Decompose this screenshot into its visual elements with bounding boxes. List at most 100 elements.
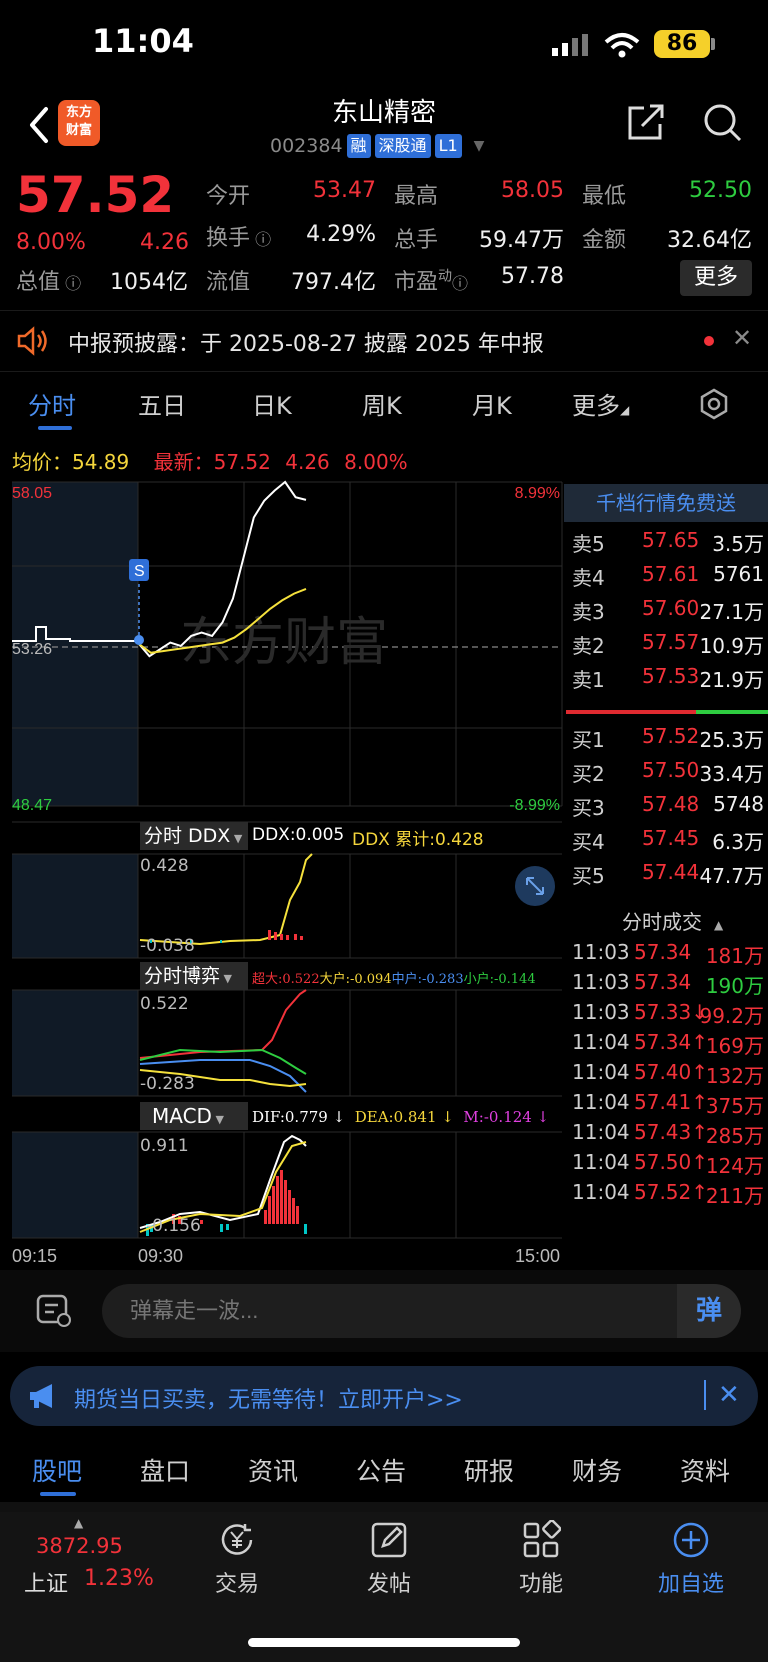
bid-row[interactable]: 买1 57.52 25.3万 — [572, 724, 764, 754]
boyi-selector[interactable]: 分时博弈 ▼ — [140, 962, 248, 990]
watermark: 东方财富 — [180, 614, 388, 672]
tab-monthly-k[interactable]: 月K — [472, 386, 512, 421]
ask-row[interactable]: 卖4 57.61 5761 — [572, 562, 764, 592]
tab-profile[interactable]: 资料 — [680, 1452, 730, 1488]
bid-row[interactable]: 买2 57.50 33.4万 — [572, 758, 764, 788]
tab-pankou[interactable]: 盘口 — [140, 1452, 190, 1488]
edit-icon — [371, 1522, 407, 1558]
tab-news[interactable]: 资讯 — [248, 1452, 298, 1488]
trade-vol: 169万 — [705, 1034, 764, 1058]
index-pct[interactable]: 1.23% — [84, 1566, 154, 1591]
bid-label: 买1 — [572, 728, 605, 752]
tab-research[interactable]: 研报 — [464, 1452, 514, 1488]
ask-volume: 27.1万 — [699, 600, 764, 624]
ddx-selector[interactable]: 分时 DDX ▼ — [140, 822, 248, 850]
tab-five-day[interactable]: 五日 — [138, 386, 186, 421]
close-icon[interactable]: ✕ — [732, 324, 752, 352]
danmu-send-button[interactable]: 弹 — [677, 1284, 741, 1338]
bid-row[interactable]: 买5 57.44 47.7万 — [572, 860, 764, 890]
ask-label: 卖3 — [572, 600, 605, 624]
bid-row[interactable]: 买4 57.45 6.3万 — [572, 826, 764, 856]
share-icon[interactable] — [626, 102, 666, 142]
tab-guba[interactable]: 股吧 — [32, 1452, 82, 1488]
nav-trade[interactable]: 交易 — [182, 1520, 292, 1598]
tab-more[interactable]: 更多◢ — [572, 386, 629, 421]
settings-icon[interactable] — [698, 388, 730, 420]
ask-row[interactable]: 卖3 57.60 27.1万 — [572, 596, 764, 626]
ask-label: 卖1 — [572, 668, 605, 692]
macd-bottom-label: -0.156 — [146, 1216, 201, 1236]
search-icon[interactable] — [702, 102, 742, 142]
danmu-toggle-icon[interactable] — [36, 1292, 72, 1328]
trade-time: 11:03 — [572, 1000, 630, 1024]
nav-post[interactable]: 发帖 — [334, 1520, 444, 1598]
label-volume: 总手 — [394, 228, 439, 253]
trades-title[interactable]: 分时成交 ▲ — [622, 906, 723, 935]
trade-price: 57.41↑ — [634, 1090, 709, 1114]
grid-icon — [523, 1520, 561, 1558]
value-open: 53.47 — [313, 178, 376, 203]
value-float-cap: 797.4亿 — [291, 270, 376, 295]
tab-intraday[interactable]: 分时 — [28, 386, 76, 421]
macd-selector[interactable]: MACD ▼ — [140, 1102, 248, 1130]
home-indicator[interactable] — [248, 1638, 520, 1647]
order-depth-banner[interactable]: 千档行情免费送 — [564, 484, 768, 522]
trade-time: 11:04 — [572, 1060, 630, 1084]
divider — [0, 1502, 768, 1512]
tab-daily-k[interactable]: 日K — [252, 386, 292, 421]
collapse-icon[interactable]: ▲ — [74, 1516, 83, 1530]
trade-row: 11:03 57.34 190万 — [572, 970, 764, 1000]
ask-price: 57.57 — [642, 630, 700, 654]
current-price: 57.52 — [16, 166, 175, 224]
label-low: 最低 — [582, 184, 627, 209]
bid-row[interactable]: 买3 57.48 5748 — [572, 792, 764, 822]
bid-volume: 33.4万 — [699, 762, 764, 786]
change-pct: 8.00% — [16, 230, 86, 255]
trade-time: 11:03 — [572, 940, 630, 964]
danmu-input[interactable] — [102, 1284, 677, 1338]
promo-text[interactable]: 期货当日买卖，无需等待！立即开户>> — [74, 1382, 463, 1414]
trade-time: 11:04 — [572, 1120, 630, 1144]
tab-indicator — [38, 426, 72, 430]
label-turnover: 换手 ⓘ — [206, 226, 272, 251]
bid-label: 买3 — [572, 796, 605, 820]
close-icon[interactable]: ✕ — [718, 1380, 740, 1410]
index-value[interactable]: 3872.95 — [36, 1534, 123, 1558]
label-high: 最高 — [394, 184, 439, 209]
time-start-label: 09:15 — [12, 1246, 57, 1266]
trade-price: 57.50↑ — [634, 1150, 709, 1174]
nav-function[interactable]: 功能 — [486, 1520, 596, 1598]
value-amount: 32.64亿 — [667, 228, 752, 253]
ask-row[interactable]: 卖1 57.53 21.9万 — [572, 664, 764, 694]
bid-price: 57.48 — [642, 792, 700, 816]
trade-time: 11:04 — [572, 1180, 630, 1204]
change-value: 4.26 — [140, 230, 189, 255]
signal-icon — [552, 34, 588, 56]
ask-row[interactable]: 卖2 57.57 10.9万 — [572, 630, 764, 660]
trade-vol: 285万 — [705, 1124, 764, 1148]
stock-code: 002384 — [270, 135, 343, 157]
dropdown-icon[interactable]: ▼ — [474, 138, 485, 154]
avg-price-row: 均价：54.89 最新：57.52 4.26 8.00% — [12, 450, 408, 474]
more-button[interactable]: 更多 — [680, 260, 752, 296]
ask-volume: 21.9万 — [699, 668, 764, 692]
ddx-bottom-label: -0.038 — [140, 936, 195, 956]
trade-row: 11:04 57.50↑ 124万 — [572, 1150, 764, 1180]
bid-price: 57.52 — [642, 724, 700, 748]
trade-time: 11:04 — [572, 1030, 630, 1054]
bid-ask-ratio-red — [566, 710, 696, 714]
trade-vol: 181万 — [705, 944, 764, 968]
bid-volume: 5748 — [713, 792, 764, 816]
unread-dot — [704, 336, 714, 346]
index-name[interactable]: 上证 — [24, 1566, 68, 1598]
tag-margin: 融 — [346, 134, 371, 158]
tab-announcement[interactable]: 公告 — [356, 1452, 406, 1488]
intraday-chart[interactable]: 东方财富 S 58.05 53.26 48.47 8.99% -8.99% 09… — [0, 476, 566, 1266]
ask-row[interactable]: 卖5 57.65 3.5万 — [572, 528, 764, 558]
bid-price: 57.50 — [642, 758, 700, 782]
tab-finance[interactable]: 财务 — [572, 1452, 622, 1488]
label-amount: 金额 — [582, 228, 627, 253]
nav-add-watchlist[interactable]: 加自选 — [636, 1520, 746, 1598]
ask-volume: 3.5万 — [712, 532, 764, 556]
tab-weekly-k[interactable]: 周K — [362, 386, 402, 421]
